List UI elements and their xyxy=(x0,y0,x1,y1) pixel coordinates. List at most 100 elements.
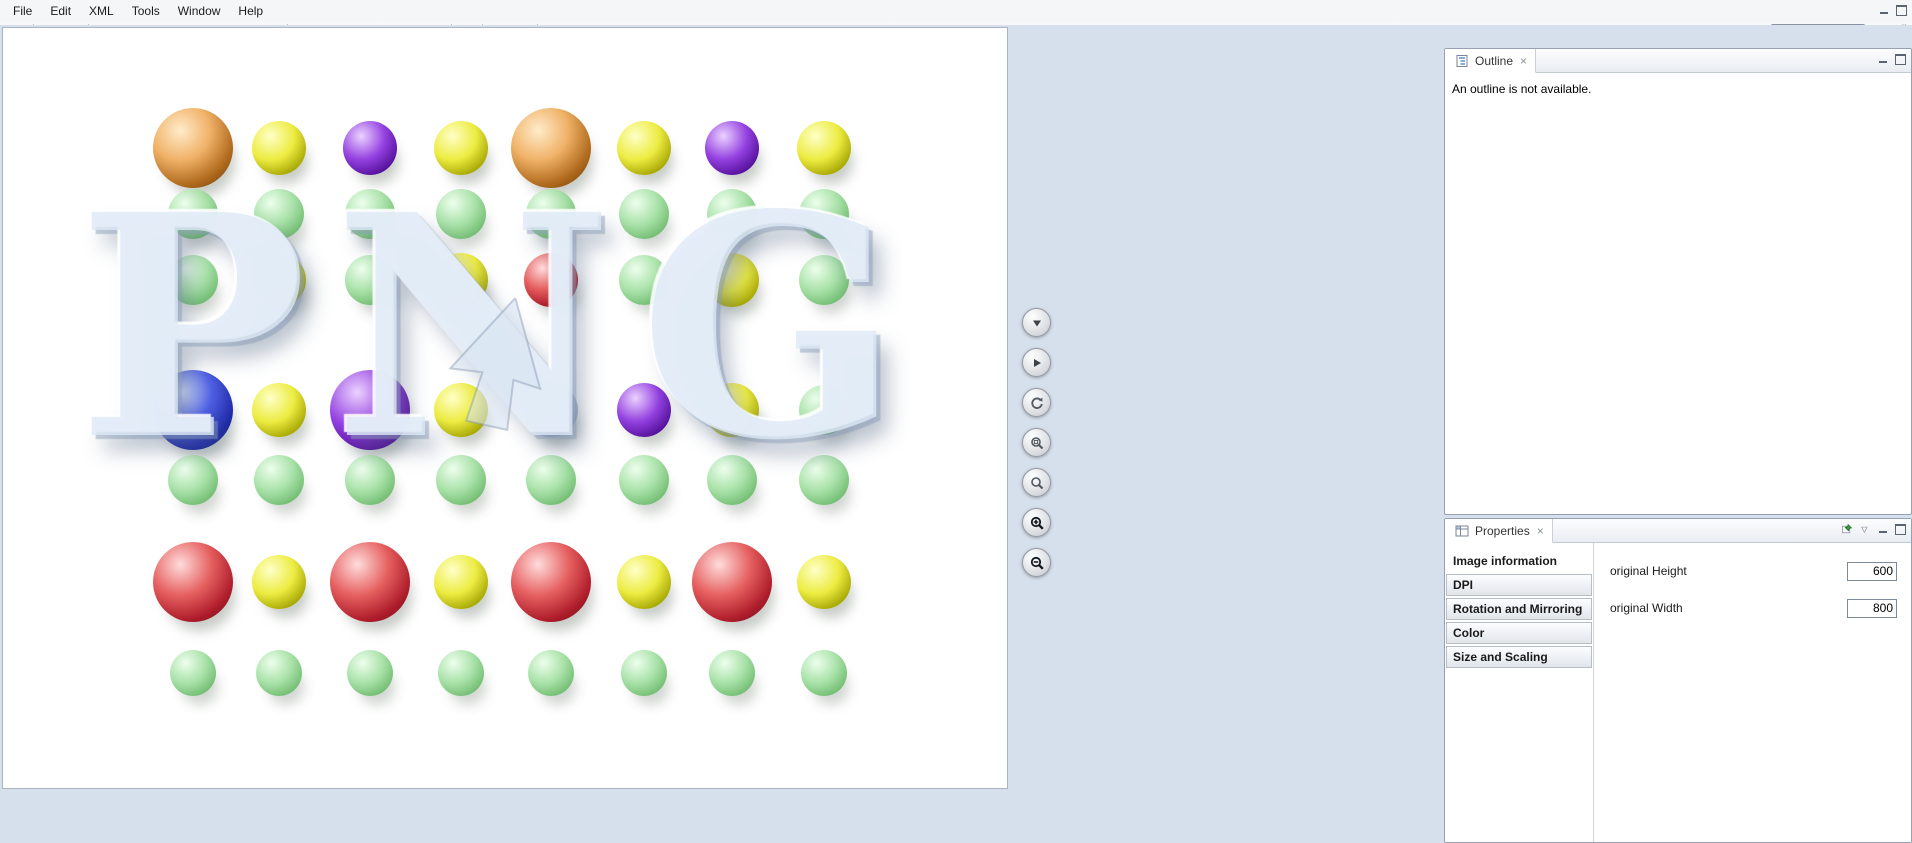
menu-xml[interactable]: XML xyxy=(80,1,123,21)
properties-panel: Properties × ▽ Image informationDPIRotat… xyxy=(1444,518,1912,843)
yellow-sphere xyxy=(797,555,851,609)
copper-sphere xyxy=(511,108,591,188)
yellow-sphere xyxy=(617,555,671,609)
green-sphere xyxy=(619,455,669,505)
yellow-sphere xyxy=(252,555,306,609)
properties-icon xyxy=(1453,522,1470,539)
green-sphere xyxy=(438,650,484,696)
blue-sphere xyxy=(153,370,233,450)
yellow-sphere xyxy=(252,383,306,437)
green-sphere xyxy=(709,650,755,696)
green-sphere xyxy=(254,455,304,505)
properties-section-size-and-scaling[interactable]: Size and Scaling xyxy=(1446,646,1592,668)
property-row: original Height xyxy=(1610,561,1897,581)
maximize-button[interactable] xyxy=(1895,4,1908,16)
menu-file[interactable]: File xyxy=(4,1,41,21)
menu-bar: FileEditXMLToolsWindowHelp xyxy=(0,0,1912,23)
yellow-sphere xyxy=(705,383,759,437)
tab-outline[interactable]: Outline × xyxy=(1445,49,1536,73)
editor-chrome xyxy=(1877,4,1908,16)
zoom-region-button[interactable] xyxy=(1022,428,1051,457)
green-sphere xyxy=(436,189,486,239)
green-sphere xyxy=(799,455,849,505)
green-sphere xyxy=(254,189,304,239)
tab-properties[interactable]: Properties × xyxy=(1445,519,1553,543)
digilib-image-canvas[interactable]: PNG xyxy=(2,27,1008,789)
green-sphere xyxy=(256,650,302,696)
properties-section-list: Image informationDPIRotation and Mirrori… xyxy=(1445,543,1594,842)
copper-sphere xyxy=(153,108,233,188)
rotate-button[interactable] xyxy=(1022,388,1051,417)
minimize-button[interactable] xyxy=(1876,523,1889,535)
green-sphere xyxy=(526,455,576,505)
properties-section-image-information[interactable]: Image information xyxy=(1446,550,1592,572)
green-sphere xyxy=(168,455,218,505)
maximize-button[interactable] xyxy=(1894,53,1907,65)
outline-panel: Outline × An outline is not available. xyxy=(1444,48,1912,515)
menu-edit[interactable]: Edit xyxy=(41,1,80,21)
original-width-input[interactable] xyxy=(1847,599,1897,618)
purple-sphere xyxy=(705,121,759,175)
close-icon[interactable]: × xyxy=(1537,524,1544,538)
zoom-out-button[interactable] xyxy=(1022,548,1051,577)
property-row: original Width xyxy=(1610,598,1897,618)
outline-content: An outline is not available. xyxy=(1445,73,1911,105)
green-sphere xyxy=(168,255,218,305)
properties-chrome: ▽ xyxy=(1840,523,1907,535)
yellow-sphere xyxy=(434,555,488,609)
maximize-button[interactable] xyxy=(1894,523,1907,535)
green-sphere xyxy=(526,189,576,239)
green-sphere xyxy=(345,255,395,305)
editor-area: digilib editor × PNG xyxy=(0,0,1124,795)
red-sphere xyxy=(511,542,591,622)
green-sphere xyxy=(436,455,486,505)
outline-chrome xyxy=(1876,53,1907,65)
green-sphere xyxy=(799,255,849,305)
purple-sphere xyxy=(330,370,410,450)
pin-to-editor-button[interactable] xyxy=(1840,523,1853,535)
properties-tab-label: Properties xyxy=(1475,524,1530,538)
yellow-sphere xyxy=(705,253,759,307)
yellow-sphere xyxy=(797,121,851,175)
zoom-in-button[interactable] xyxy=(1022,508,1051,537)
green-sphere xyxy=(345,189,395,239)
properties-section-dpi[interactable]: DPI xyxy=(1446,574,1592,596)
close-icon[interactable]: × xyxy=(1520,54,1527,68)
minimize-button[interactable] xyxy=(1876,53,1889,65)
property-label: original Height xyxy=(1610,564,1687,578)
yellow-sphere xyxy=(434,121,488,175)
navigation-arrow-button[interactable] xyxy=(1022,308,1051,337)
menu-window[interactable]: Window xyxy=(169,1,230,21)
properties-section-color[interactable]: Color xyxy=(1446,622,1592,644)
original-height-input[interactable] xyxy=(1847,562,1897,581)
menu-tools[interactable]: Tools xyxy=(123,1,169,21)
outline-tab-strip: Outline × xyxy=(1445,49,1911,73)
yellow-sphere xyxy=(617,121,671,175)
menu-help[interactable]: Help xyxy=(229,1,272,21)
outline-tab-label: Outline xyxy=(1475,54,1513,68)
application-window: FileEditXMLToolsWindowHelp ▾xml<>a?▾▾ <>… xyxy=(0,0,1912,843)
green-sphere xyxy=(799,385,849,435)
property-label: original Width xyxy=(1610,601,1683,615)
green-sphere xyxy=(528,650,574,696)
properties-section-rotation-and-mirroring[interactable]: Rotation and Mirroring xyxy=(1446,598,1592,620)
digilib-control-strip xyxy=(1022,308,1051,577)
green-sphere xyxy=(170,650,216,696)
properties-body: Image informationDPIRotation and Mirrori… xyxy=(1445,543,1911,842)
green-sphere xyxy=(621,650,667,696)
green-sphere xyxy=(619,255,669,305)
play-button[interactable] xyxy=(1022,348,1051,377)
zoom-full-button[interactable] xyxy=(1022,468,1051,497)
outline-message: An outline is not available. xyxy=(1452,82,1591,96)
green-sphere xyxy=(801,650,847,696)
minimize-button[interactable] xyxy=(1877,4,1890,16)
green-sphere xyxy=(347,650,393,696)
green-sphere xyxy=(619,189,669,239)
purple-sphere xyxy=(617,383,671,437)
purple-sphere xyxy=(343,121,397,175)
red-sphere xyxy=(524,253,578,307)
green-sphere xyxy=(799,189,849,239)
green-sphere xyxy=(345,455,395,505)
green-sphere xyxy=(707,189,757,239)
view-menu-button[interactable]: ▽ xyxy=(1858,523,1871,535)
